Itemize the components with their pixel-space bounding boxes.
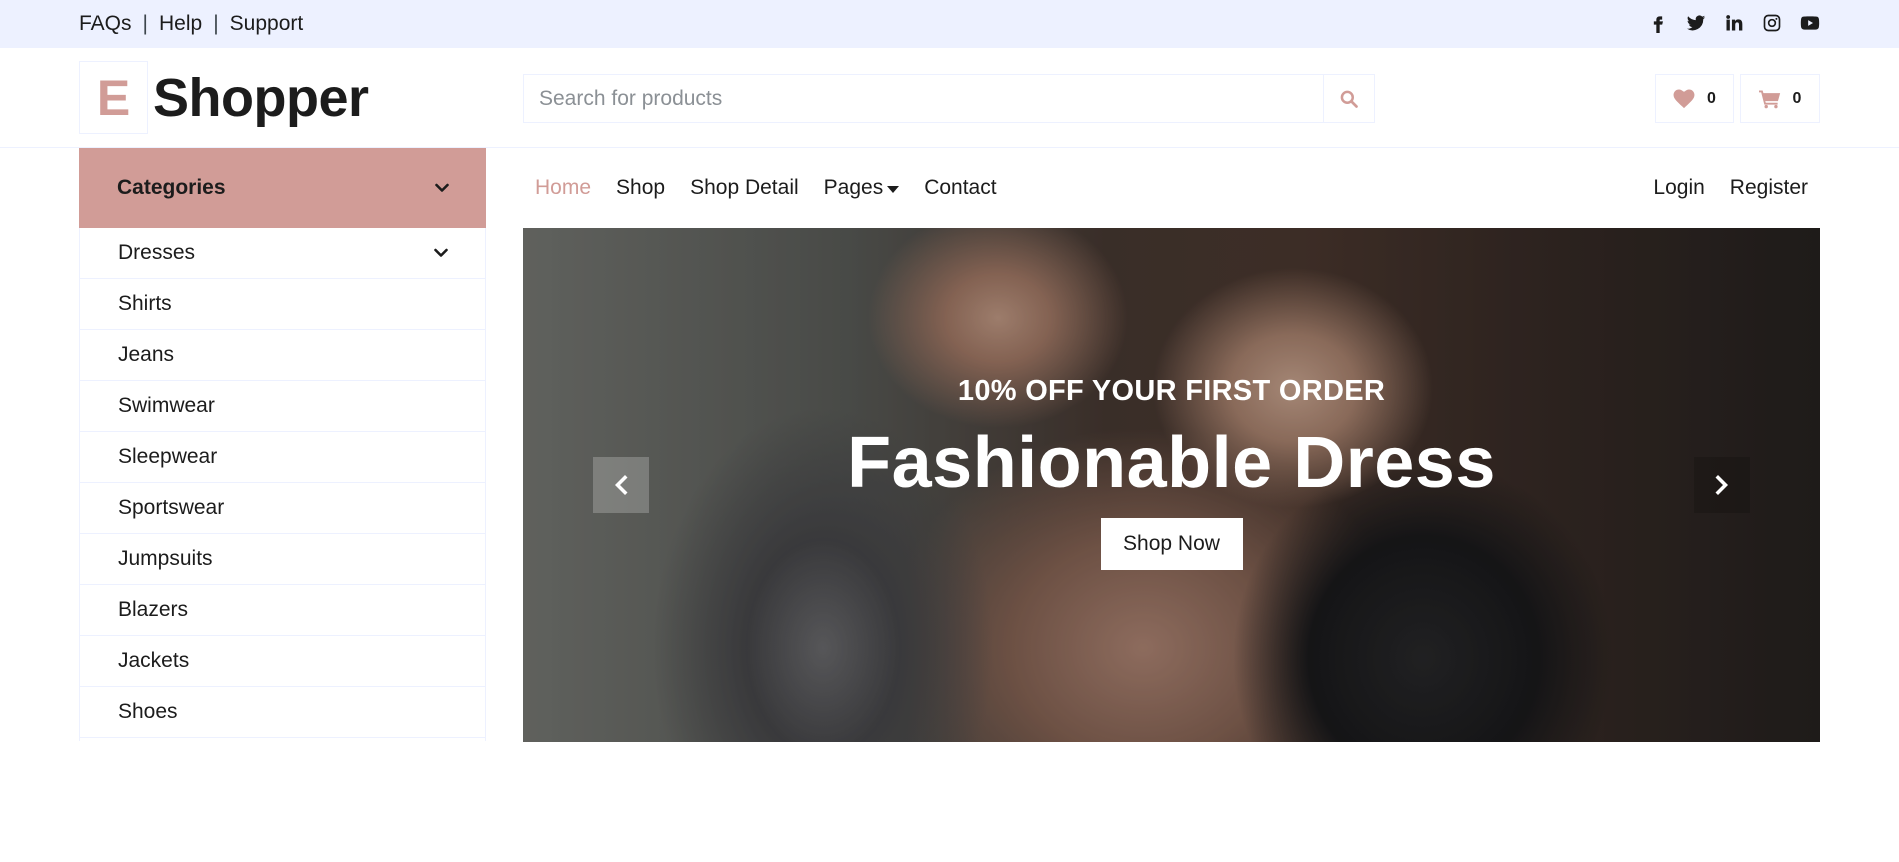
cart-count: 0 xyxy=(1792,89,1802,107)
nav-item-shop-detail[interactable]: Shop Detail xyxy=(690,176,799,200)
logo[interactable]: E Shopper xyxy=(79,61,369,134)
nav-item-shop[interactable]: Shop xyxy=(616,176,665,200)
nav-links: Home Shop Shop Detail Pages Contact xyxy=(535,176,997,200)
categories-toggle[interactable]: Categories xyxy=(79,148,486,228)
search-input[interactable] xyxy=(524,75,1323,122)
main-nav: Home Shop Shop Detail Pages Contact Logi… xyxy=(523,148,1820,228)
carousel-next-button[interactable] xyxy=(1694,457,1750,513)
category-label: Jackets xyxy=(118,649,190,672)
category-item-jackets[interactable]: Jackets xyxy=(80,636,485,687)
register-link[interactable]: Register xyxy=(1730,176,1808,200)
nav-item-pages[interactable]: Pages xyxy=(824,176,900,200)
facebook-icon[interactable] xyxy=(1647,12,1669,34)
search-button[interactable] xyxy=(1323,75,1374,122)
nav-item-pages-label: Pages xyxy=(823,176,884,199)
category-label: Swimwear xyxy=(118,394,215,417)
categories-list: Dresses Shirts Jeans Swimwear Sleepwear … xyxy=(79,228,486,741)
category-label: Jeans xyxy=(118,343,175,366)
hero-title: Fashionable Dress xyxy=(847,423,1496,503)
auth-links: Login Register xyxy=(1653,176,1808,200)
category-item-sportswear[interactable]: Sportswear xyxy=(80,483,485,534)
category-item-jeans[interactable]: Jeans xyxy=(80,330,485,381)
help-link[interactable]: Help xyxy=(159,12,202,36)
chevron-right-icon xyxy=(1715,475,1728,495)
site-header: E Shopper 0 0 xyxy=(0,48,1899,148)
chevron-left-icon xyxy=(615,475,628,495)
faqs-link[interactable]: FAQs xyxy=(79,12,132,36)
instagram-icon[interactable] xyxy=(1761,12,1783,34)
nav-item-home[interactable]: Home xyxy=(535,176,591,200)
wishlist-count: 0 xyxy=(1707,89,1716,107)
caret-down-icon xyxy=(887,185,900,193)
wishlist-button[interactable]: 0 xyxy=(1655,74,1734,123)
link-separator: | xyxy=(142,12,148,35)
category-item-dresses[interactable]: Dresses xyxy=(80,228,485,279)
shop-now-button[interactable]: Shop Now xyxy=(1100,518,1243,570)
logo-letter: E xyxy=(79,61,148,134)
login-link[interactable]: Login xyxy=(1653,176,1704,200)
search-icon xyxy=(1340,90,1358,108)
category-label: Sportswear xyxy=(118,496,225,519)
category-label: Shoes xyxy=(118,700,178,723)
cart-button[interactable]: 0 xyxy=(1740,74,1820,123)
hero-caption: 10% OFF YOUR FIRST ORDER Fashionable Dre… xyxy=(523,228,1820,742)
category-label: Blazers xyxy=(118,598,189,621)
category-item-shirts[interactable]: Shirts xyxy=(80,279,485,330)
hero-carousel: 10% OFF YOUR FIRST ORDER Fashionable Dre… xyxy=(523,228,1820,742)
category-item-jumpsuits[interactable]: Jumpsuits xyxy=(80,534,485,585)
search-bar xyxy=(523,74,1375,123)
category-item-swimwear[interactable]: Swimwear xyxy=(80,381,485,432)
hero-subtitle: 10% OFF YOUR FIRST ORDER xyxy=(957,375,1386,407)
link-separator: | xyxy=(213,12,219,35)
heart-icon xyxy=(1673,88,1695,108)
chevron-down-icon xyxy=(434,248,448,257)
category-item-shoes[interactable]: Shoes xyxy=(80,687,485,738)
top-links: FAQs | Help | Support xyxy=(79,12,303,36)
category-label: Jumpsuits xyxy=(118,547,213,570)
nav-item-contact[interactable]: Contact xyxy=(924,176,996,200)
linkedin-icon[interactable] xyxy=(1723,12,1745,34)
social-links xyxy=(1647,12,1821,34)
support-link[interactable]: Support xyxy=(230,12,304,36)
carousel-prev-button[interactable] xyxy=(593,457,649,513)
chevron-down-icon xyxy=(435,183,449,192)
twitter-icon[interactable] xyxy=(1685,12,1707,34)
category-label: Dresses xyxy=(118,241,196,264)
category-label: Sleepwear xyxy=(118,445,218,468)
category-item-sleepwear[interactable]: Sleepwear xyxy=(80,432,485,483)
youtube-icon[interactable] xyxy=(1799,12,1821,34)
cart-icon xyxy=(1758,90,1780,108)
categories-title: Categories xyxy=(117,176,226,199)
category-label: Shirts xyxy=(118,292,172,315)
logo-text: Shopper xyxy=(153,67,369,128)
category-item-blazers[interactable]: Blazers xyxy=(80,585,485,636)
top-bar: FAQs | Help | Support xyxy=(0,0,1899,48)
